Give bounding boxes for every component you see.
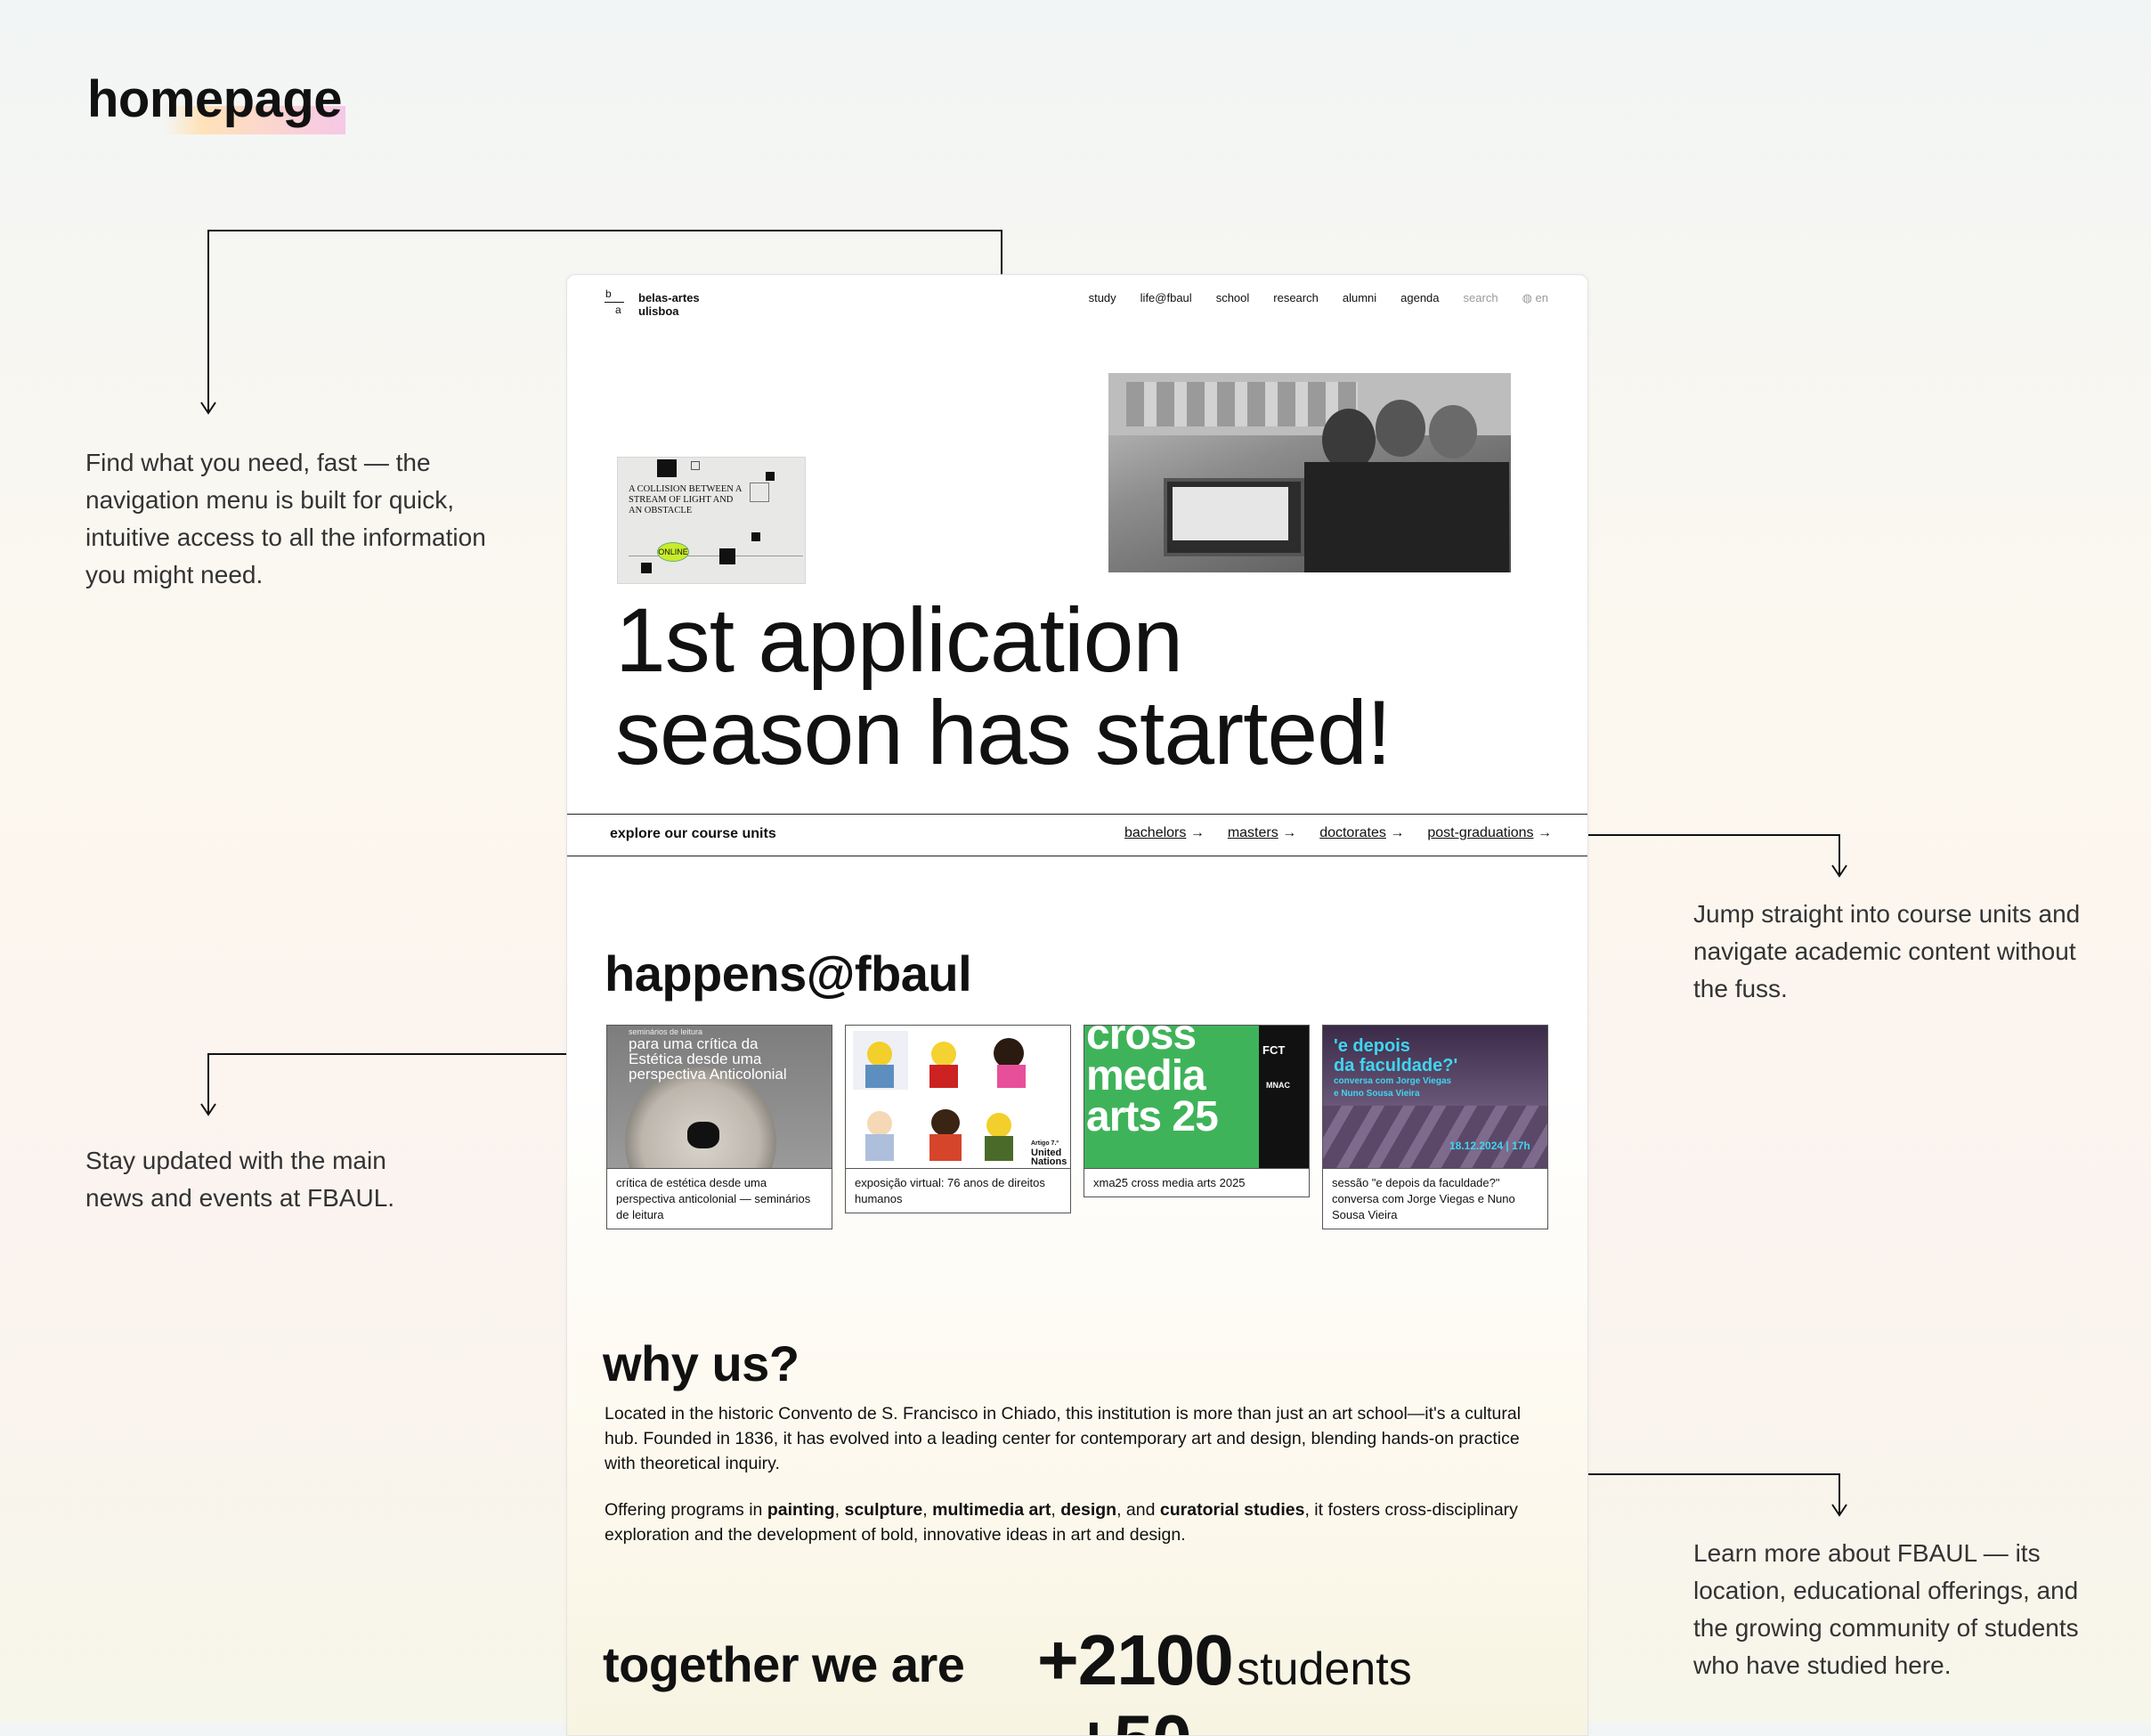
connector-about [1574,1473,1840,1513]
language-switch[interactable]: ◍ en [1522,291,1548,305]
news-card[interactable]: 'e depois da faculdade?' conversa com Jo… [1322,1025,1548,1229]
news-card-caption: exposição virtual: 76 anos de direitos h… [846,1168,1070,1213]
logo-text: belas-artes ulisboa [638,291,700,318]
news-card-image: 'e depois da faculdade?' conversa com Jo… [1323,1026,1547,1168]
annotation-courses: Jump straight into course units and navi… [1693,900,2081,1002]
news-card[interactable]: seminários de leitura para uma crítica d… [606,1025,832,1229]
poster-online-badge: ONLINE [657,542,689,562]
homepage-mockup: b a belas-artes ulisboa study life@fbaul… [566,274,1588,1736]
connector-courses [1576,834,1840,874]
why-paragraph-1: Located in the historic Convento de S. F… [605,1404,1522,1473]
arrow-right-icon: → [1282,825,1297,840]
site-logo[interactable]: b a belas-artes ulisboa [603,288,710,318]
course-link-doctorates[interactable]: doctorates → [1319,825,1404,841]
logo-mark: b a [603,288,628,318]
hero-poster[interactable]: A COLLISION BETWEEN A STREAM OF LIGHT AN… [617,457,806,584]
hero-title-line1: 1st application [615,589,1183,691]
course-link-post-graduations[interactable]: post-graduations → [1427,825,1552,841]
nav-item-school[interactable]: school [1216,291,1250,305]
logo-mark-top: b [605,288,612,300]
annotation-about: Learn more about FBAUL — its location, e… [1693,1539,2079,1679]
logo-mark-bottom: a [615,304,621,316]
course-bar-label: explore our course units [610,826,776,841]
globe-icon: ◍ [1522,291,1532,304]
nav-item-research[interactable]: research [1273,291,1319,305]
annotation-news: Stay updated with the main news and even… [85,1147,395,1212]
news-card-caption: xma25 cross media arts 2025 [1084,1168,1309,1197]
language-label: en [1535,291,1548,304]
news-card-image: seminários de leitura para uma crítica d… [607,1026,832,1168]
course-link-bachelors[interactable]: bachelors → [1124,825,1205,841]
logo-line2: ulisboa [638,304,679,318]
page-heading: homepage [85,69,346,134]
stat-value: +2100 [1037,1620,1234,1699]
news-card[interactable]: FCT MNAC cross media arts 25 xma25 cross… [1084,1025,1310,1197]
news-card-image: FCT MNAC cross media arts 25 [1084,1026,1309,1168]
main-nav: study life@fbaul school research alumni … [1089,291,1548,305]
course-link-masters[interactable]: masters → [1228,825,1296,841]
stat-unit: students [1237,1643,1412,1695]
search-link[interactable]: search [1464,291,1498,305]
news-card[interactable]: Artigo 7.º United Nations exposição virt… [845,1025,1071,1213]
arrow-right-icon: → [1390,825,1405,840]
arrow-right-icon: → [1538,825,1552,840]
nav-item-agenda[interactable]: agenda [1400,291,1439,305]
course-links: bachelors → masters → doctorates → post-… [1124,825,1552,841]
poster-title: A COLLISION BETWEEN A STREAM OF LIGHT AN… [629,484,742,515]
hero-title-line2: season has started! [615,682,1392,783]
stat-students: +2100 students [1037,1619,1412,1701]
logo-line1: belas-artes [638,291,700,304]
why-paragraph-2: Offering programs in painting, sculpture… [605,1500,1518,1545]
nav-item-study[interactable]: study [1089,291,1116,305]
annotation-nav: Find what you need, fast — the navigatio… [85,449,486,588]
stats-heading: together we are [603,1636,965,1692]
nav-item-life[interactable]: life@fbaul [1140,291,1192,305]
why-body: Located in the historic Convento de S. F… [605,1401,1530,1569]
connector-news [207,1053,583,1113]
course-units-bar: explore our course units bachelors → mas… [567,814,1587,856]
news-card-image: Artigo 7.º United Nations [846,1026,1070,1168]
news-heading: happens@fbaul [605,945,972,1002]
news-card-caption: sessão "e depois da faculdade?" conversa… [1323,1168,1547,1229]
arrow-right-icon: → [1189,825,1205,840]
hero-title: 1st application season has started! [615,589,1392,783]
nav-item-alumni[interactable]: alumni [1343,291,1376,305]
why-heading: why us? [603,1335,800,1391]
hero-photo [1108,373,1511,572]
news-card-caption: crítica de estética desde uma perspectiv… [607,1168,832,1229]
stat-next-value: +50 [1073,1699,1192,1735]
